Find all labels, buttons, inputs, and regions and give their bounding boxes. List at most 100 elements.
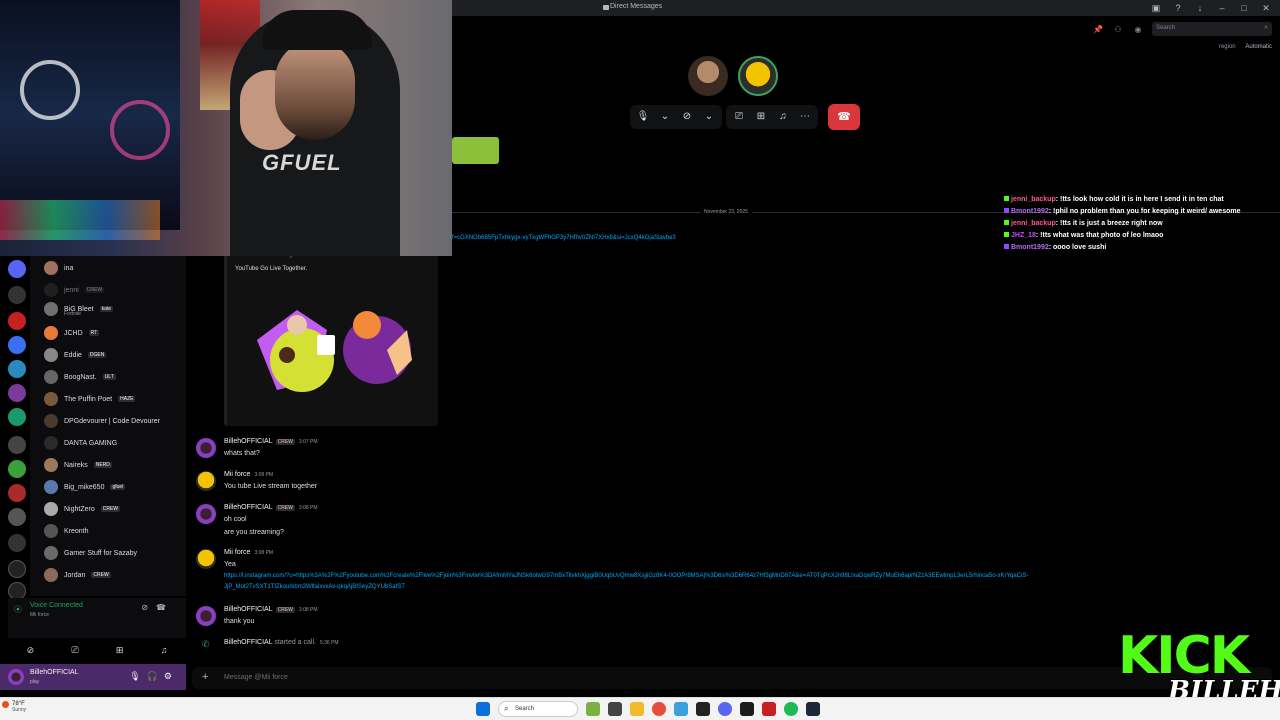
member-item[interactable]: BoogNast. ULT — [44, 368, 116, 386]
member-item[interactable]: Kreonth — [44, 522, 89, 540]
app-icon[interactable] — [696, 702, 710, 716]
server-icon[interactable] — [8, 312, 26, 330]
user-profile-icon[interactable]: ◉ — [1132, 25, 1144, 34]
message-author[interactable]: Mii force — [224, 549, 250, 556]
server-icon[interactable] — [8, 436, 26, 454]
message-time: 3:07 PM — [298, 439, 318, 445]
server-icon[interactable] — [8, 408, 26, 426]
member-item[interactable]: jenni CREW — [44, 281, 105, 299]
member-item[interactable]: Eddie DGEN — [44, 346, 107, 364]
message-text: Yea — [224, 561, 236, 568]
server-icon[interactable] — [8, 534, 26, 552]
message-avatar[interactable] — [196, 471, 216, 491]
more-icon[interactable]: ⋯ — [798, 110, 812, 124]
camera-icon[interactable]: ⊘ — [27, 645, 35, 656]
message-input[interactable]: + Message @Mii force — [192, 667, 1272, 689]
message-avatar[interactable] — [196, 549, 216, 569]
shirt-logo: GFUEL — [262, 150, 342, 175]
call-avatar-mii-force[interactable] — [738, 56, 778, 96]
server-icon[interactable] — [8, 260, 26, 278]
chrome-icon[interactable] — [652, 702, 666, 716]
member-item[interactable]: Naireks NERD — [44, 456, 112, 474]
avatar — [44, 524, 58, 538]
discord-icon[interactable] — [718, 702, 732, 716]
app-icon[interactable] — [674, 702, 688, 716]
maximize-icon[interactable]: □ — [1238, 2, 1250, 14]
add-attachment-icon[interactable]: + — [202, 671, 208, 683]
pin-icon[interactable]: 📌 — [1092, 25, 1104, 34]
message-author[interactable]: BillehOFFICIAL — [224, 606, 273, 613]
start-icon[interactable] — [476, 702, 490, 716]
member-item[interactable]: Gamer Stuff for Sazaby — [44, 544, 137, 562]
server-icon[interactable] — [8, 286, 26, 304]
member-item[interactable]: DANTA GAMING — [44, 434, 117, 452]
app-icon[interactable] — [762, 702, 776, 716]
message-author[interactable]: BillehOFFICIAL — [224, 438, 273, 445]
microphone-icon[interactable]: 🎙 — [636, 110, 650, 124]
activities-icon[interactable]: ⊞ — [754, 110, 768, 124]
app-icon[interactable] — [740, 702, 754, 716]
soundboard-icon[interactable]: ♫ — [776, 110, 790, 124]
region-value[interactable]: Automatic — [1245, 44, 1272, 50]
close-icon[interactable]: ✕ — [1260, 2, 1272, 14]
message-author[interactable]: Mii force — [224, 471, 250, 478]
member-item[interactable]: NightZero CREW — [44, 500, 121, 518]
message-link[interactable]: JjP_Mot2TvSXT1TIZkourkbm3WltaixvxAv-qkqA… — [224, 584, 405, 590]
server-icon[interactable] — [8, 384, 26, 402]
weather-widget[interactable]: 78°F Sunny — [12, 701, 26, 713]
taskbar-search[interactable]: Search — [498, 701, 578, 717]
message-author[interactable]: BillehOFFICIAL — [224, 504, 273, 511]
disconnect-icon[interactable]: ☎ — [156, 603, 174, 612]
spotify-icon[interactable] — [784, 702, 798, 716]
screen-share-icon[interactable]: ⎚ — [71, 645, 78, 656]
add-server-icon[interactable] — [8, 560, 26, 578]
soundboard-icon[interactable]: ♫ — [161, 645, 168, 655]
attachment-preview[interactable] — [452, 137, 499, 164]
server-icon[interactable] — [8, 484, 26, 502]
inbox-icon[interactable]: ▣ — [1150, 2, 1162, 14]
app-icon[interactable] — [586, 702, 600, 716]
activities-icon[interactable]: ⊞ — [116, 645, 124, 656]
member-item[interactable]: DPGdevourer | Code Devourer — [44, 412, 160, 430]
download-icon[interactable]: ↓ — [1194, 2, 1206, 14]
region-selector[interactable]: region Automatic — [1219, 44, 1272, 50]
member-item[interactable]: JCHD RT — [44, 324, 100, 342]
minimize-icon[interactable]: – — [1216, 2, 1228, 14]
call-avatar-billeh[interactable] — [688, 56, 728, 96]
file-explorer-icon[interactable] — [630, 702, 644, 716]
embed-link[interactable]: f=cGXNGb685FpTxhkygx-vyTkgWFhGP3y7Hfhv0Z… — [452, 235, 676, 241]
voice-channel[interactable]: Mii force — [30, 612, 49, 618]
hangup-button[interactable]: ☎ — [828, 104, 860, 130]
server-icon[interactable] — [8, 460, 26, 478]
message-author[interactable]: BillehOFFICIAL — [224, 639, 272, 646]
server-icon[interactable] — [8, 360, 26, 378]
microphone-icon[interactable]: 🎙 — [129, 671, 146, 681]
search-input[interactable]: Search ⌕ — [1152, 22, 1272, 36]
app-icon[interactable] — [608, 702, 622, 716]
camera-off-icon[interactable]: ⊘ — [680, 110, 694, 124]
server-icon[interactable] — [8, 336, 26, 354]
member-item[interactable]: The Puffin Poet HAZE — [44, 390, 136, 408]
message-avatar[interactable] — [196, 606, 216, 626]
member-item[interactable]: Big_mike650 gfuel — [44, 478, 126, 496]
user-name[interactable]: BillehOFFICIAL — [30, 669, 79, 676]
message-avatar[interactable] — [196, 438, 216, 458]
member-item[interactable]: BiG Bleet kate Fortnite — [44, 300, 114, 318]
steam-icon[interactable] — [806, 702, 820, 716]
help-icon[interactable]: ? — [1172, 2, 1184, 14]
member-item[interactable]: ina — [44, 259, 73, 277]
chevron-down-icon[interactable]: ⌄ — [702, 110, 716, 124]
server-icon[interactable] — [8, 508, 26, 526]
message-link[interactable]: https://l.instagram.com/?u=https%3A%2F%2… — [224, 573, 1028, 579]
message-avatar[interactable] — [196, 504, 216, 524]
add-friend-icon[interactable]: ⚇ — [1112, 25, 1124, 34]
voice-status[interactable]: Voice Connected — [30, 602, 83, 609]
noise-suppression-icon[interactable]: ⊘ — [141, 603, 156, 612]
headphones-icon[interactable]: 🎧 — [147, 671, 164, 681]
avatar — [44, 546, 58, 560]
gear-icon[interactable]: ⚙ — [164, 671, 178, 681]
screen-share-icon[interactable]: ⎚ — [732, 110, 746, 124]
member-item[interactable]: Jordan CREW — [44, 566, 111, 584]
chevron-down-icon[interactable]: ⌄ — [658, 110, 672, 124]
avatar[interactable] — [8, 669, 24, 685]
